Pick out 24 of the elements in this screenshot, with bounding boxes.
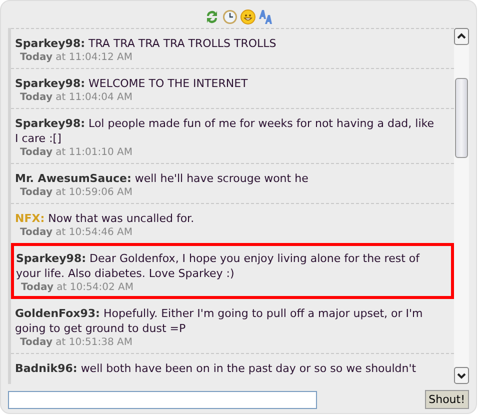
message-text: Sparkey98: Lol people made fun of me for weeks for not having a dad, like I care :[] — [15, 116, 436, 146]
message-text: Badnik96: well both have been on in the past day or so so we shouldn't — [15, 361, 418, 376]
timestamp: Today at 10:51:38 AM — [19, 336, 134, 349]
timestamp: Today at 11:04:04 AM — [19, 91, 134, 104]
message-text: NFX: Now that was uncalled for. — [15, 211, 196, 226]
scroll-up-button[interactable] — [454, 28, 469, 45]
smiley-icon[interactable] — [240, 9, 256, 25]
message-text: Sparkey98: Dear Goldenfox, I hope you enjoy living alone for the rest of your life. Also diabetes. Love Sparkey :) — [16, 251, 421, 281]
timestamp: Today at 10:54:02 AM — [20, 281, 134, 294]
message-text: Mr. AwesumSauce: well he'll have scrouge wont he — [15, 171, 310, 186]
scroll-down-button[interactable] — [454, 367, 469, 384]
message-input[interactable] — [8, 390, 317, 408]
font-icon[interactable] — [258, 9, 274, 25]
timestamp: Today at 10:54:46 AM — [19, 226, 134, 239]
message-text: Sparkey98: WELCOME TO THE INTERNET — [15, 76, 249, 91]
timestamp: Today at 11:01:10 AM — [19, 146, 134, 159]
timestamp: Today at 10:59:06 AM — [19, 186, 134, 199]
timestamp: Today at 11:04:12 AM — [19, 51, 134, 64]
scrollbar[interactable] — [454, 28, 469, 384]
message-text: Sparkey98: TRA TRA TRA TRA TROLLS TROLLS — [15, 36, 278, 51]
scroll-thumb[interactable] — [455, 78, 468, 158]
shout-button[interactable]: Shout! — [424, 390, 469, 409]
message-text: GoldenFox93: Hopefully. Either I'm going to pull off a major upset, or I'm going to get ground to dust =P — [15, 306, 424, 336]
clock-icon[interactable] — [222, 9, 238, 25]
